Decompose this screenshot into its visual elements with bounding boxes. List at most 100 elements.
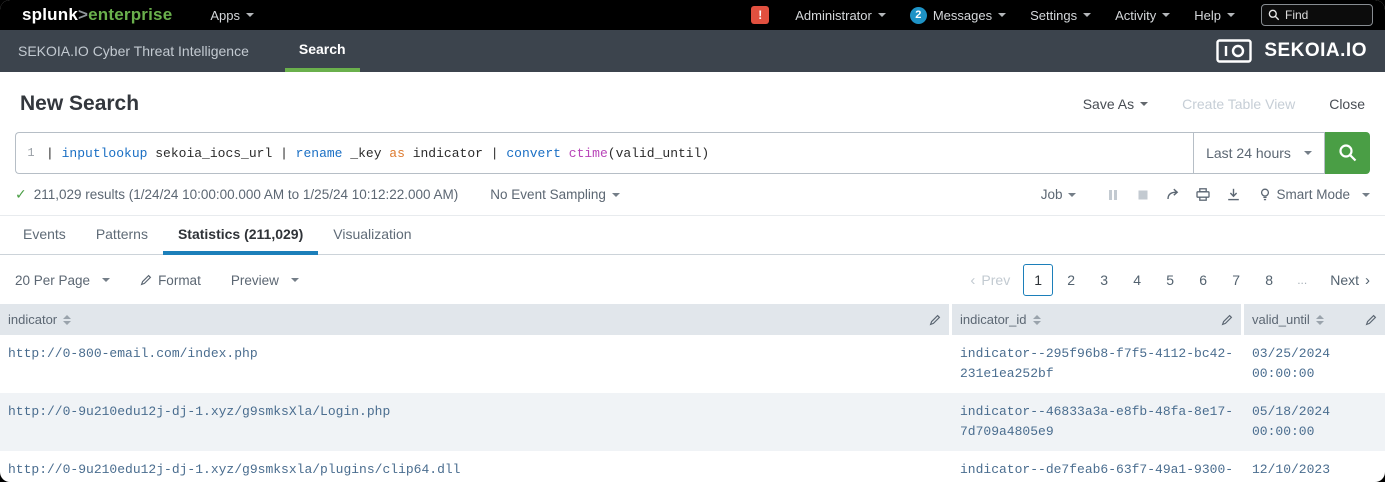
share-button[interactable]	[1158, 182, 1188, 208]
results-bar: ✓ 211,029 results (1/24/24 10:00:00.000 …	[0, 174, 1385, 216]
cell-indicator_id[interactable]: indicator--295f96b8-f7f5-4112-bc42-231e1…	[952, 335, 1244, 393]
cell-indicator_id[interactable]: indicator--46833a3a-e8fb-48fa-8e17-7d709…	[952, 393, 1244, 451]
settings-menu[interactable]: Settings	[1018, 0, 1103, 30]
find-input[interactable]	[1285, 8, 1365, 22]
header-actions: Save As Create Table View Close	[1083, 96, 1365, 112]
cell-indicator[interactable]: http://0-9u210edu12j-dj-1.xyz/g9smksxla/…	[0, 451, 952, 482]
chevron-down-icon	[1362, 192, 1370, 197]
query-token-function: ctime	[568, 145, 608, 161]
cell-valid_until[interactable]: 12/10/2023 00:00:00	[1244, 451, 1385, 482]
chevron-down-icon	[1162, 13, 1171, 17]
save-as-button[interactable]: Save As	[1083, 96, 1149, 112]
check-icon: ✓	[15, 186, 27, 202]
tab-statistics[interactable]: Statistics (211,029)	[162, 216, 319, 255]
pause-button	[1098, 182, 1128, 208]
page-button-3[interactable]: 3	[1089, 264, 1119, 296]
pencil-icon[interactable]	[1221, 314, 1233, 326]
format-button[interactable]: Format	[140, 273, 201, 288]
messages-menu[interactable]: 2 Messages	[898, 0, 1018, 30]
column-header-indicator_id[interactable]: indicator_id	[952, 304, 1244, 335]
create-table-view-button: Create Table View	[1182, 96, 1296, 112]
sekoia-brand-text: SEKOIA.IO	[1264, 40, 1367, 61]
cell-indicator[interactable]: http://0-800-email.com/index.php	[0, 335, 952, 393]
next-page-button[interactable]: Next ›	[1330, 272, 1370, 288]
pagination: ‹ Prev 1 2 3 4 5 6 7 8... Next ›	[970, 264, 1370, 296]
cell-indicator_id[interactable]: indicator--de7feab6-63f7-49a1-9300-0cb02…	[952, 451, 1244, 482]
smart-mode-dropdown[interactable]: Smart Mode	[1260, 187, 1370, 202]
job-menu-label: Job	[1040, 187, 1063, 202]
sort-icon[interactable]	[1315, 314, 1324, 325]
activity-menu[interactable]: Activity	[1103, 0, 1182, 30]
print-button[interactable]	[1188, 182, 1218, 208]
page-button-6[interactable]: 6	[1188, 264, 1218, 296]
chevron-down-icon	[1227, 13, 1235, 17]
cell-indicator[interactable]: http://0-9u210edu12j-dj-1.xyz/g9smksXla/…	[0, 393, 952, 451]
query-token-plain: |	[46, 145, 62, 161]
find-search-box[interactable]	[1261, 4, 1373, 26]
export-button[interactable]	[1218, 182, 1248, 208]
tab-patterns[interactable]: Patterns	[81, 216, 163, 255]
tab-visualization[interactable]: Visualization	[318, 216, 426, 255]
query-token-plain	[561, 146, 569, 161]
table-body: http://0-800-email.com/index.php indicato…	[0, 335, 1385, 482]
query-token-command: convert	[506, 145, 561, 161]
close-button[interactable]: Close	[1329, 96, 1365, 112]
time-range-picker[interactable]: Last 24 hours	[1193, 132, 1325, 174]
chevron-down-icon	[1140, 102, 1149, 106]
event-sampling-dropdown[interactable]: No Event Sampling	[490, 187, 620, 202]
user-menu[interactable]: Administrator	[783, 0, 898, 30]
page-button-2[interactable]: 2	[1056, 264, 1086, 296]
page-title: New Search	[20, 92, 140, 115]
alert-icon[interactable]: !	[751, 6, 770, 24]
column-label: valid_until	[1252, 312, 1310, 327]
page-button-1[interactable]: 1	[1023, 264, 1054, 296]
chevron-down-icon	[290, 278, 299, 282]
pencil-icon[interactable]	[1365, 314, 1377, 326]
app-title: SEKOIA.IO Cyber Threat Intelligence	[18, 43, 249, 59]
sekoia-logo-icon	[1216, 39, 1253, 63]
page-button-7[interactable]: 7	[1221, 264, 1251, 296]
format-label: Format	[158, 272, 201, 288]
user-menu-label: Administrator	[795, 7, 872, 23]
per-page-label: 20 Per Page	[15, 272, 91, 288]
column-header-valid_until[interactable]: valid_until	[1244, 304, 1385, 335]
chevron-down-icon	[998, 13, 1007, 17]
per-page-dropdown[interactable]: 20 Per Page	[15, 272, 111, 288]
query-token-keyword: as	[389, 145, 405, 161]
preview-label: Preview	[230, 272, 279, 288]
tab-events[interactable]: Events	[8, 216, 81, 255]
query-token-command: rename	[295, 145, 343, 161]
cell-valid_until[interactable]: 03/25/2024 00:00:00	[1244, 335, 1385, 393]
preview-dropdown[interactable]: Preview	[231, 273, 299, 288]
sort-icon[interactable]	[1032, 314, 1041, 325]
table-row: http://0-800-email.com/index.php indicato…	[0, 335, 1385, 393]
prev-label: Prev	[981, 272, 1011, 288]
prev-page-button: ‹ Prev	[970, 272, 1010, 288]
cell-valid_until[interactable]: 05/18/2024 00:00:00	[1244, 393, 1385, 451]
apps-menu[interactable]: Apps	[198, 0, 266, 30]
job-menu[interactable]: Job	[1041, 187, 1077, 202]
page-button-4[interactable]: 4	[1122, 264, 1152, 296]
search-button[interactable]	[1325, 132, 1370, 174]
query-token-plain: _key	[342, 145, 390, 161]
chevron-down-icon	[102, 278, 111, 282]
appnav-search-tab[interactable]: Search	[284, 30, 360, 72]
search-icon	[1268, 9, 1280, 21]
pencil-icon[interactable]	[929, 314, 941, 326]
splunk-logo: splunk>enterprise	[22, 5, 172, 25]
smart-mode-label: Smart Mode	[1276, 187, 1350, 202]
page-button-5[interactable]: 5	[1155, 264, 1185, 296]
chevron-right-icon: ›	[1365, 271, 1370, 289]
messages-menu-label: Messages	[932, 7, 993, 23]
sort-icon[interactable]	[63, 314, 72, 325]
query-token-plain: |	[490, 145, 507, 161]
query-token-plain: |	[280, 145, 296, 161]
job-controls: Job Smart Mode	[1041, 182, 1370, 208]
column-header-indicator[interactable]: indicator	[0, 304, 952, 335]
chevron-down-icon	[1303, 151, 1312, 155]
search-query-input[interactable]: 1 | inputlookup sekoia_iocs_url | rename…	[15, 132, 1193, 174]
help-menu[interactable]: Help	[1182, 0, 1247, 30]
column-label: indicator_id	[960, 312, 1027, 327]
page-button-8[interactable]: 8	[1254, 264, 1284, 296]
table-header-row: indicator indicator_id valid_until	[0, 304, 1385, 335]
